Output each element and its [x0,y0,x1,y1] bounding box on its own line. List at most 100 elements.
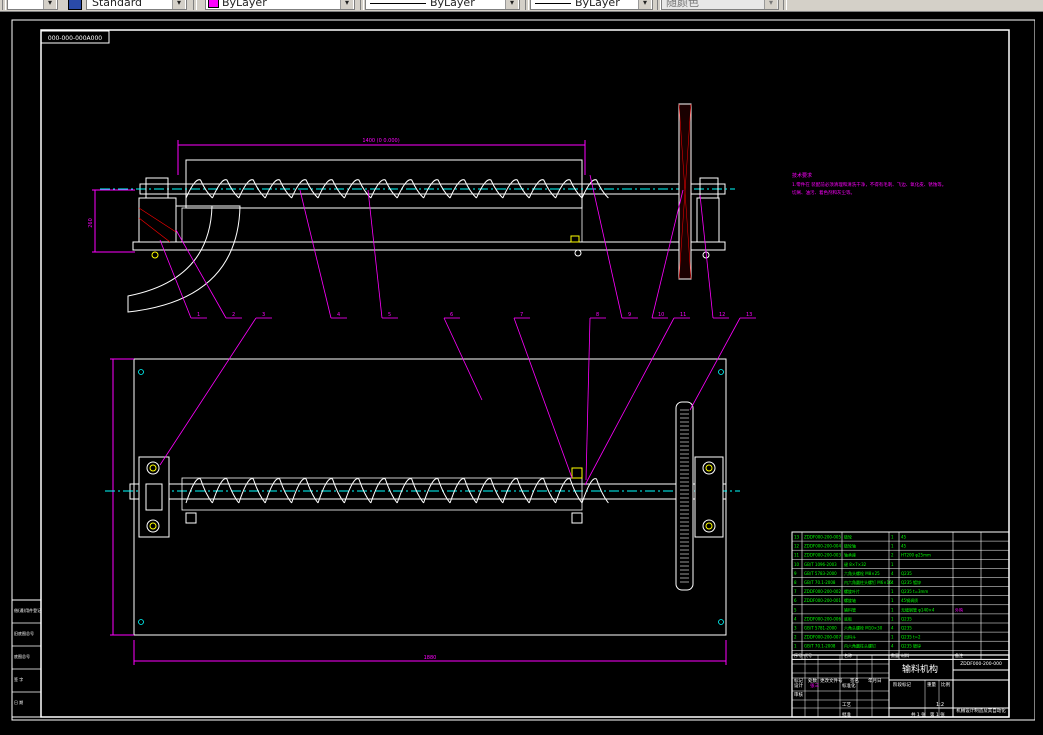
chevron-down-icon: ▾ [172,0,185,9]
bom-cell: 键 8×7×32 [844,561,867,567]
bom-cell: Q235 [901,616,912,621]
lineweight-value: ByLayer [575,0,620,9]
height-dimension-text: 260 [88,218,94,228]
chevron-down-icon: ▾ [638,0,651,9]
label-approve: 批准 [842,711,851,718]
callout-number: 9 [628,312,631,318]
toolbar-separator [193,0,197,10]
callout-number: 8 [596,312,599,318]
callout-number: 2 [232,312,235,318]
side-row-label: 签 字 [14,676,23,682]
notes-title: 技术要求 [792,172,812,179]
notes-line-1: 1.零件在 装配前必须清理和清洗干净，不得有毛刺、飞边、氧化皮、锈蚀等。 [792,181,946,188]
bom-cell: 输料管 [844,606,856,612]
notes-line-2: 切屑、油污、着色剂和灰尘等。 [792,189,855,196]
bom-cell: ZDDF000-200-002 [804,589,841,594]
bom-cell: Q235 [901,626,912,631]
bom-cell: 13 [794,535,800,540]
bom-cell: ZDDF000-200-003 [804,553,841,558]
linetype-preview-icon [370,2,426,4]
bom-cell: 链轮 [844,534,852,540]
label-stage: 阶段标记 [893,681,911,688]
frame-tag: 000-000-000A000 [48,35,102,42]
lineweight-dropdown[interactable]: ByLayer ▾ [530,0,653,10]
bom-cell: ZDDF000-200-005 [804,535,841,540]
callout-number: 6 [450,312,453,318]
toolbar-separator [2,0,6,10]
bom-cell: ZDDF000-200-006 [804,616,841,621]
length-dimension-text: 1880 [424,655,437,661]
label-review: 审核 [794,691,803,698]
side-row-label: 旧底图总号 [14,630,34,636]
dimension-text: 1400 (0 0.000) [362,138,399,144]
color-swatch-icon [208,0,219,8]
bom-cell: Q235 t=3mm [901,589,928,594]
toolbar-separator [525,0,529,10]
linetype-dropdown[interactable]: ByLayer ▾ [365,0,520,10]
color-dropdown[interactable]: ByLayer ▾ [205,0,355,10]
text-style-value: Standard [92,0,143,9]
callout-number: 5 [388,312,391,318]
chevron-down-icon: ▾ [340,0,353,9]
bom-cell: ZDDF000-200-001 [804,598,841,603]
bom-cell: 螺旋轴 [844,597,856,603]
right-bearing-seat [696,197,720,243]
bom-cell: Q235 [901,571,912,576]
text-height-dropdown[interactable]: ▾ [7,0,58,10]
label-scale: 比例 [941,681,950,688]
callout-number: 12 [719,312,725,318]
color-value: ByLayer [222,0,267,9]
bom-cell: 螺旋叶片 [844,588,860,594]
side-row-label: 日 期 [14,699,23,705]
properties-toolbar: ▾ Standard ▾ ByLayer ▾ ByLayer ▾ ByLayer ▾ 随… [0,0,1043,12]
bom-cell: GB/T 1096-2003 [804,562,837,567]
right-bearing-block [694,456,724,538]
side-row-label: 借(通)用件登记 [14,607,41,613]
chevron-down-icon: ▾ [764,0,777,9]
callout-number: 3 [262,312,265,318]
bom-cell: Q235 镀锌 [901,643,921,649]
bom-cell: 轴承座 [844,552,856,558]
right-edge [1035,12,1043,735]
bom-cell: ZDDF000-200-007 [804,635,841,640]
bom-cell: HT200 φ25mm [901,553,931,558]
bom-cell: 12 [794,544,800,549]
total-sheets: 共 1 张 [911,711,926,718]
callout-number: 13 [746,312,752,318]
drawing-number: ZDDF000-200-000 [960,661,1002,667]
chevron-down-icon: ▾ [43,0,56,9]
bom-cell: 11 [794,553,800,558]
bom-cell: GB/T 70.1-2008 [804,644,836,649]
callout-number: 4 [337,312,340,318]
bom-cell: ZDDF000-200-004 [804,544,841,549]
plot-style-dropdown[interactable]: 随颜色 ▾ [661,0,779,10]
text-style-icon[interactable] [68,0,82,10]
drawing-canvas[interactable]: 000-000-000A000 1400 (0 0.000) 260 1880 … [0,12,1043,735]
chevron-down-icon: ▾ [505,0,518,9]
assembly-title: 输料机构 [902,663,938,675]
text-style-dropdown[interactable]: Standard ▾ [86,0,187,10]
label-process: 工艺 [842,702,851,708]
side-row-label: 底图总号 [14,653,30,659]
callout-number: 10 [658,312,664,318]
toolbar-separator [360,0,364,10]
bom-cell: 10 [794,562,800,567]
plot-style-value: 随颜色 [666,0,699,9]
lineweight-preview-icon [535,2,571,4]
school-name: 机械设计制造及其自动化 [956,707,1006,714]
bom-cell: 内六角圆柱头螺钉 [844,643,876,649]
label-mark: 标记 [794,677,803,684]
bom-cell: 底板 [844,615,852,621]
canvas-background [0,12,1043,735]
label-change: 更改文件号 [820,677,843,684]
bom-cell: 链轮轴 [844,543,856,549]
linetype-value: ByLayer [430,0,475,9]
bom-cell: GB/T 70.1-2008 [804,580,836,585]
callout-number: 11 [680,312,686,318]
bom-cell: 无缝钢管 φ140×4 [901,606,935,612]
scale-value: 1:2 [936,702,944,708]
bom-cell: GB/T 5781-2000 [804,626,837,631]
sheet-number: 第 1 张 [930,711,945,718]
label-date: 年月日 [868,677,882,684]
toolbar-separator [783,0,787,10]
